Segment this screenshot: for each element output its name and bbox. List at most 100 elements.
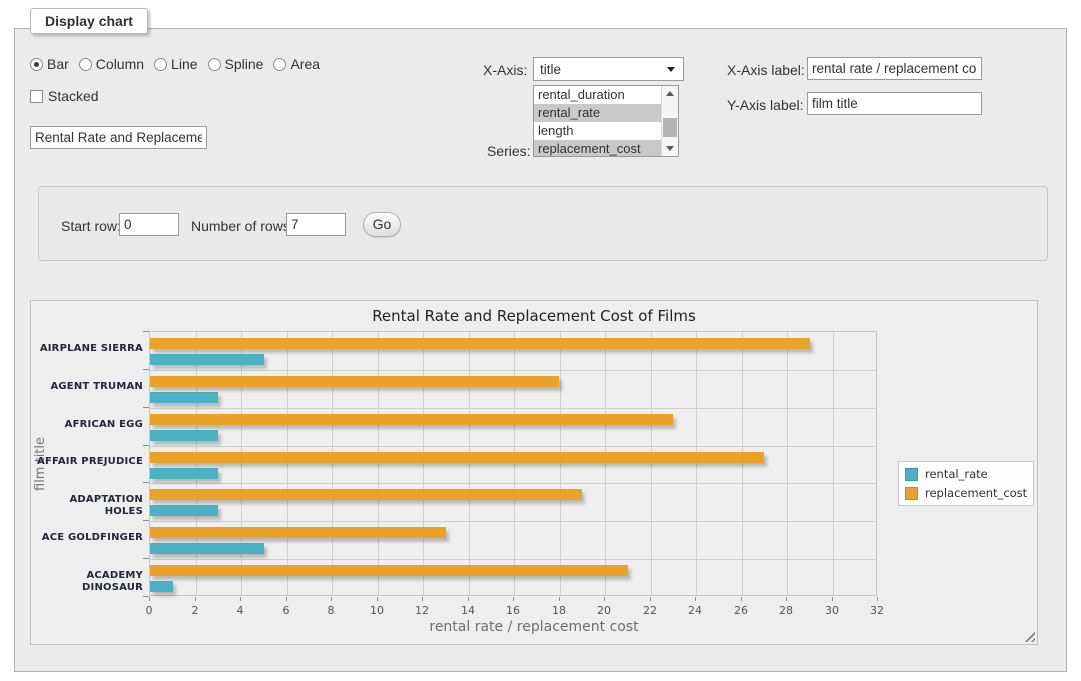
gridline-vertical xyxy=(287,332,288,595)
radio-spline-control[interactable] xyxy=(208,58,221,71)
legend-entry: rental_rate xyxy=(905,467,1027,481)
radio-area-control[interactable] xyxy=(273,58,286,71)
stacked-checkbox[interactable] xyxy=(30,90,43,103)
series-listbox[interactable]: rental_durationrental_ratelengthreplacem… xyxy=(533,85,679,157)
gridline-horizontal xyxy=(150,370,876,371)
gridline-horizontal xyxy=(150,408,876,409)
x-tick-label: 30 xyxy=(817,604,847,617)
fieldset-legend: Display chart xyxy=(30,8,148,34)
series-option[interactable]: length xyxy=(534,122,661,140)
start-row-input[interactable] xyxy=(119,213,179,236)
gridline-horizontal xyxy=(150,483,876,484)
bar-replacement_cost xyxy=(150,489,582,500)
gridline-horizontal xyxy=(150,446,876,447)
radio-spline-label: Spline xyxy=(225,56,264,72)
x-tick-label: 10 xyxy=(362,604,392,617)
y-tick-mark xyxy=(143,331,149,332)
category-label: AGENT TRUMAN xyxy=(31,381,143,393)
x-tick-mark xyxy=(422,597,423,601)
category-label: ACADEMY DINOSAUR xyxy=(31,570,143,582)
x-tick-mark xyxy=(786,597,787,601)
select-dropdown-arrow-icon xyxy=(667,67,675,72)
gridline-vertical xyxy=(833,332,834,595)
x-tick-label: 22 xyxy=(635,604,665,617)
category-label: ACE GOLDFINGER xyxy=(31,532,143,544)
bar-replacement_cost xyxy=(150,565,628,576)
radio-area-label: Area xyxy=(290,56,320,72)
x-tick-label: 14 xyxy=(453,604,483,617)
x-tick-label: 12 xyxy=(407,604,437,617)
x-tick-mark xyxy=(513,597,514,601)
stacked-checkbox-row[interactable]: Stacked xyxy=(30,88,99,104)
series-listbox-label: Series: xyxy=(487,143,531,159)
start-row-label: Start row: xyxy=(61,218,121,234)
x-tick-label: 4 xyxy=(225,604,255,617)
series-option[interactable]: rental_duration xyxy=(534,86,661,104)
radio-bar-label: Bar xyxy=(47,56,69,72)
bar-rental_rate xyxy=(150,505,218,516)
x-tick-mark xyxy=(377,597,378,601)
radio-bar-control[interactable] xyxy=(30,58,43,71)
legend-swatch-replacement_cost xyxy=(905,487,918,500)
gridline-vertical xyxy=(742,332,743,595)
y-tick-mark xyxy=(143,482,149,483)
gridline-vertical xyxy=(196,332,197,595)
chart-x-axis-label: rental rate / replacement cost xyxy=(31,619,1037,635)
gridline-vertical xyxy=(378,332,379,595)
radio-area[interactable]: Area xyxy=(273,56,320,72)
chart-grid xyxy=(149,331,877,596)
gridline-vertical xyxy=(787,332,788,595)
y-axis-label-input[interactable] xyxy=(807,92,982,115)
x-tick-label: 18 xyxy=(544,604,574,617)
x-tick-mark xyxy=(877,597,878,601)
bar-rental_rate xyxy=(150,581,173,592)
scrollbar-down-arrow-icon[interactable] xyxy=(666,146,674,151)
series-options[interactable]: rental_durationrental_ratelengthreplacem… xyxy=(534,86,661,156)
x-tick-mark xyxy=(149,597,150,601)
rows-panel: Start row: Number of rows: Go xyxy=(38,186,1048,261)
radio-column-control[interactable] xyxy=(79,58,92,71)
legend-swatch-rental_rate xyxy=(905,468,918,481)
gridline-vertical xyxy=(514,332,515,595)
x-tick-mark xyxy=(604,597,605,601)
legend-label: replacement_cost xyxy=(925,486,1027,500)
gridline-horizontal xyxy=(150,559,876,560)
gridline-horizontal xyxy=(150,521,876,522)
category-label: AIRPLANE SIERRA xyxy=(31,343,143,355)
gridline-vertical xyxy=(560,332,561,595)
radio-line[interactable]: Line xyxy=(154,56,197,72)
series-option[interactable]: rental_rate xyxy=(534,104,661,122)
x-tick-label: 24 xyxy=(680,604,710,617)
scrollbar-thumb[interactable] xyxy=(663,118,677,137)
radio-line-control[interactable] xyxy=(154,58,167,71)
x-tick-label: 32 xyxy=(862,604,892,617)
chart-legend: rental_rate replacement_cost xyxy=(898,461,1034,506)
legend-label: rental_rate xyxy=(925,467,988,481)
x-tick-mark xyxy=(195,597,196,601)
x-axis-label-input[interactable] xyxy=(807,57,982,80)
x-tick-mark xyxy=(240,597,241,601)
category-label: AFRICAN EGG xyxy=(31,419,143,431)
bar-rental_rate xyxy=(150,430,218,441)
num-rows-input[interactable] xyxy=(286,213,346,236)
radio-column[interactable]: Column xyxy=(79,56,144,72)
radio-bar[interactable]: Bar xyxy=(30,56,69,72)
x-tick-label: 0 xyxy=(134,604,164,617)
y-tick-mark xyxy=(143,445,149,446)
x-axis-select-value: title xyxy=(540,62,561,77)
x-axis-select[interactable]: title xyxy=(533,57,684,81)
radio-spline[interactable]: Spline xyxy=(208,56,264,72)
series-option[interactable]: replacement_cost xyxy=(534,140,661,157)
chart-title-input[interactable] xyxy=(30,126,207,149)
page: Display chart Bar Column Line Spline Are… xyxy=(0,0,1081,681)
gridline-vertical xyxy=(696,332,697,595)
x-tick-mark xyxy=(650,597,651,601)
listbox-scrollbar[interactable] xyxy=(661,86,678,156)
scrollbar-up-arrow-icon[interactable] xyxy=(666,91,674,96)
category-label: AFFAIR PREJUDICE xyxy=(31,456,143,468)
gridline-vertical xyxy=(332,332,333,595)
legend-entry: replacement_cost xyxy=(905,486,1027,500)
x-tick-label: 28 xyxy=(771,604,801,617)
go-button[interactable]: Go xyxy=(363,212,401,237)
x-tick-label: 2 xyxy=(180,604,210,617)
